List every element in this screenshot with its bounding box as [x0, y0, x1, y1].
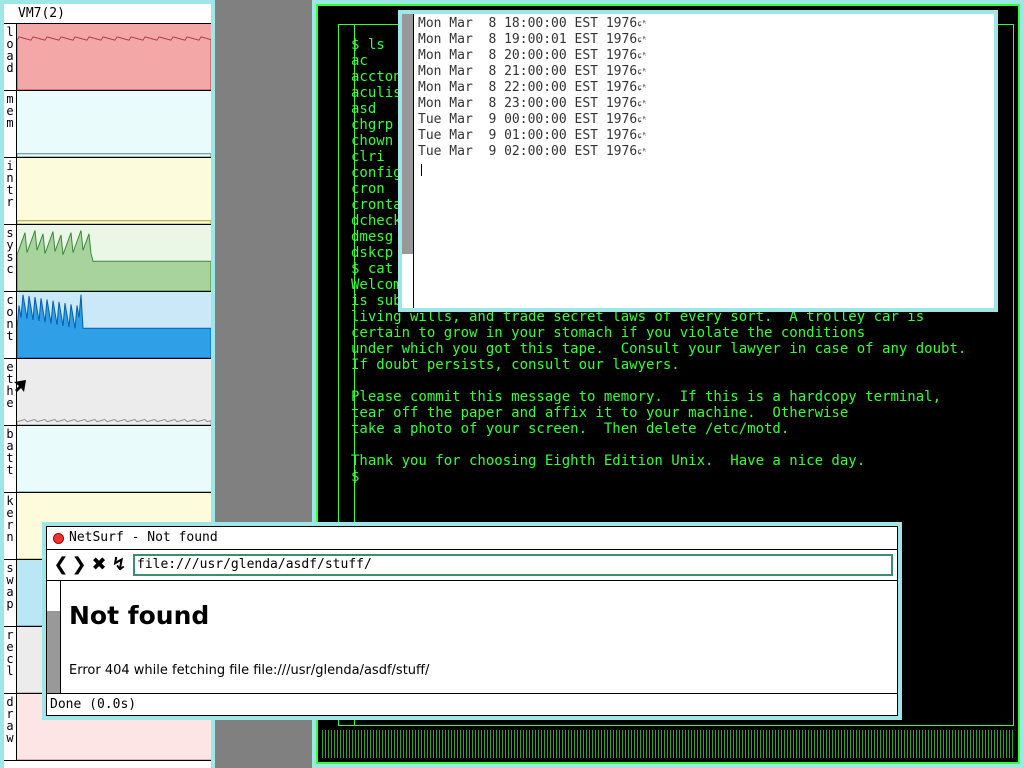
date-line: Mon Mar 8 18:00:00 EST 1976ɕᴿ — [418, 16, 647, 32]
terminal-line: tear off the paper and affix it to your … — [351, 405, 849, 421]
terminal-line: take a photo of your screen. Then delete… — [351, 421, 790, 437]
error-message: Error 404 while fetching file file:///us… — [69, 663, 430, 678]
date-line: Mon Mar 8 20:00:00 EST 1976ɕᴿ — [418, 48, 647, 64]
content-scrollbar[interactable] — [47, 581, 61, 693]
status-bar: Done (0.0s) — [47, 693, 897, 715]
terminal-border-pattern — [322, 730, 1014, 758]
carriage-return-icon: ɕᴿ — [637, 83, 647, 92]
date-line: Mon Mar 8 22:00:00 EST 1976ɕᴿ — [418, 80, 647, 96]
stat-label: cont — [4, 292, 17, 358]
stat-label: load — [4, 24, 17, 90]
terminal-line: under which you got this tape. Consult y… — [351, 341, 967, 357]
date-log-window[interactable]: Mon Mar 8 18:00:00 EST 1976ɕᴿ Mon Mar 8 1… — [398, 10, 998, 312]
stat-label: draw — [4, 694, 17, 760]
netsurf-window[interactable]: NetSurf - Not found ❮ ❯ ✖ ↯ file:///usr/… — [42, 522, 902, 720]
stat-label: intr — [4, 158, 17, 224]
netsurf-toolbar: ❮ ❯ ✖ ↯ file:///usr/glenda/asdf/stuff/ — [47, 549, 897, 581]
stat-row-batt: batt — [4, 426, 211, 493]
date-text: Mon Mar 8 19:00:01 EST 1976 — [418, 32, 638, 47]
stat-label: swap — [4, 560, 17, 626]
stat-graph — [17, 426, 211, 492]
stat-label: sysc — [4, 225, 17, 291]
mouse-pointer-icon — [14, 380, 26, 392]
date-line: Tue Mar 9 00:00:00 EST 1976ɕᴿ — [418, 112, 647, 128]
page-heading: Not found — [69, 601, 210, 630]
netsurf-titlebar[interactable]: NetSurf - Not found — [47, 527, 897, 549]
terminal-line: $ — [351, 469, 360, 485]
terminal-line: dcheck — [351, 213, 402, 229]
date-line: Mon Mar 8 23:00:00 EST 1976ɕᴿ — [418, 96, 647, 112]
terminal-line: ac — [351, 53, 368, 69]
netsurf-logo-icon — [53, 533, 64, 544]
terminal-line: Please commit this message to memory. If… — [351, 389, 942, 405]
stat-graph — [17, 225, 211, 291]
reload-icon[interactable]: ↯ — [111, 556, 127, 574]
date-line: Tue Mar 9 02:00:00 EST 1976ɕᴿ — [418, 144, 647, 160]
text-cursor — [421, 164, 422, 176]
window-title: NetSurf - Not found — [69, 530, 218, 545]
scroll-thumb[interactable] — [47, 611, 60, 693]
terminal-line: certain to grow in your stomach if you v… — [351, 325, 866, 341]
terminal-line: asd — [351, 101, 377, 117]
stat-graph — [17, 359, 211, 425]
netsurf-panel: NetSurf - Not found ❮ ❯ ✖ ↯ file:///usr/… — [46, 526, 898, 716]
stat-row-sysc: sysc — [4, 225, 211, 292]
date-text: Mon Mar 8 22:00:00 EST 1976 — [418, 80, 638, 95]
url-input[interactable]: file:///usr/glenda/asdf/stuff/ — [133, 554, 893, 576]
stats-title: VM7(2) — [4, 4, 211, 24]
date-text: Mon Mar 8 20:00:00 EST 1976 — [418, 48, 638, 63]
stat-row-ethe: ethe — [4, 359, 211, 426]
date-text: Mon Mar 8 18:00:00 EST 1976 — [418, 16, 638, 31]
carriage-return-icon: ɕᴿ — [637, 19, 647, 28]
terminal-line: clri — [351, 149, 385, 165]
carriage-return-icon: ɕᴿ — [637, 35, 647, 44]
terminal-line: config — [351, 165, 402, 181]
carriage-return-icon: ɕᴿ — [637, 115, 647, 124]
back-icon[interactable]: ❮ — [53, 556, 69, 574]
stat-row-load: load — [4, 24, 211, 91]
carriage-return-icon: ɕᴿ — [637, 131, 647, 140]
stat-row-cont: cont — [4, 292, 211, 359]
stop-icon[interactable]: ✖ — [91, 556, 107, 574]
terminal-line: chgrp — [351, 117, 394, 133]
carriage-return-icon: ɕᴿ — [637, 67, 647, 76]
stat-label: mem — [4, 91, 17, 157]
carriage-return-icon: ɕᴿ — [637, 147, 647, 156]
date-text: Tue Mar 9 02:00:00 EST 1976 — [418, 144, 638, 159]
date-line: Mon Mar 8 19:00:01 EST 1976ɕᴿ — [418, 32, 647, 48]
stat-row-mem: mem — [4, 91, 211, 158]
carriage-return-icon: ɕᴿ — [637, 99, 647, 108]
date-text: Mon Mar 8 23:00:00 EST 1976 — [418, 96, 638, 111]
terminal-line: dmesg — [351, 229, 394, 245]
date-text: Tue Mar 9 01:00:00 EST 1976 — [418, 128, 638, 143]
terminal-line: cron — [351, 181, 385, 197]
forward-icon[interactable]: ❯ — [71, 556, 87, 574]
date-log-panel[interactable]: Mon Mar 8 18:00:00 EST 1976ɕᴿ Mon Mar 8 1… — [402, 14, 994, 308]
date-text: Mon Mar 8 21:00:00 EST 1976 — [418, 64, 638, 79]
terminal-line: chown — [351, 133, 394, 149]
carriage-return-icon: ɕᴿ — [637, 51, 647, 60]
terminal-line: accton — [351, 69, 402, 85]
stat-graph — [17, 158, 211, 224]
date-line: Mon Mar 8 21:00:00 EST 1976ɕᴿ — [418, 64, 647, 80]
stat-label: kern — [4, 493, 17, 559]
stat-label: batt — [4, 426, 17, 492]
stat-label: recl — [4, 627, 17, 693]
terminal-line: $ ls — [351, 37, 385, 53]
scroll-thumb[interactable] — [402, 14, 413, 254]
date-log-scrollbar[interactable] — [402, 14, 414, 308]
terminal-line: dskcp — [351, 245, 394, 261]
page-content: Not found Error 404 while fetching file … — [47, 581, 897, 693]
stat-graph — [17, 292, 211, 358]
stat-row-intr: intr — [4, 158, 211, 225]
stat-graph — [17, 24, 211, 90]
date-line: Tue Mar 9 01:00:00 EST 1976ɕᴿ — [418, 128, 647, 144]
terminal-line: If doubt persists, consult our lawyers. — [351, 357, 680, 373]
stat-graph — [17, 91, 211, 157]
date-text: Tue Mar 9 00:00:00 EST 1976 — [418, 112, 638, 127]
terminal-line: Thank you for choosing Eighth Edition Un… — [351, 453, 866, 469]
